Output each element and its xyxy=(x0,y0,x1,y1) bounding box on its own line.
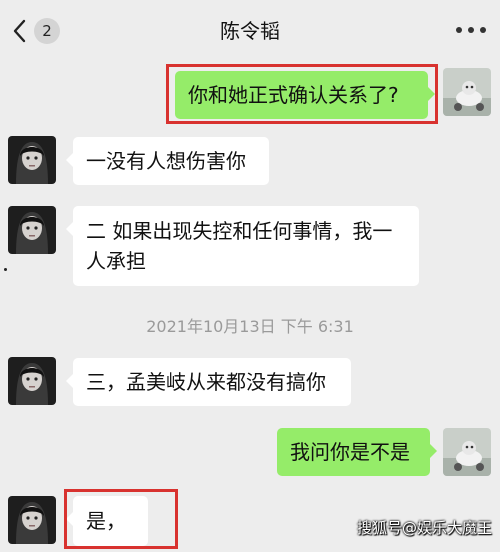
message-text-line: 人承担 xyxy=(86,249,146,273)
avatar-self[interactable] xyxy=(443,428,491,476)
highlight-box xyxy=(166,64,438,124)
chat-title: 陈令韬 xyxy=(220,19,280,43)
message-bubble-outgoing[interactable]: 我问你是不是 xyxy=(277,428,437,476)
message-text: 我问你是不是 xyxy=(290,440,410,464)
more-dots-icon xyxy=(480,27,486,33)
message-bubble-incoming[interactable]: 二 如果出现失控和任何事情，我一 人承担 xyxy=(66,206,419,286)
message-bubble-incoming[interactable]: 一没有人想伤害你 xyxy=(66,137,269,185)
message-text-line: 二 如果出现失控和任何事情，我一 xyxy=(86,219,393,243)
avatar-contact[interactable] xyxy=(8,357,56,405)
message-timestamp: 2021年10月13日 下午 6:31 xyxy=(146,317,354,336)
avatar-contact[interactable] xyxy=(8,496,56,544)
stray-dot xyxy=(4,268,7,271)
more-button[interactable] xyxy=(456,20,486,40)
watermark: 搜狐号@娱乐大魔王 xyxy=(356,519,492,537)
message-text: 三，孟美岐从来都没有搞你 xyxy=(86,370,326,394)
highlight-box xyxy=(64,489,178,549)
more-dots-icon xyxy=(456,27,462,33)
chat-header: 2 陈令韬 xyxy=(0,0,500,60)
message-bubble-incoming[interactable]: 三，孟美岐从来都没有搞你 xyxy=(66,358,351,406)
message-text: 一没有人想伤害你 xyxy=(86,149,246,173)
avatar-contact[interactable] xyxy=(8,206,56,254)
avatar-contact[interactable] xyxy=(8,136,56,184)
more-dots-icon xyxy=(468,27,474,33)
avatar-self[interactable] xyxy=(443,68,491,116)
